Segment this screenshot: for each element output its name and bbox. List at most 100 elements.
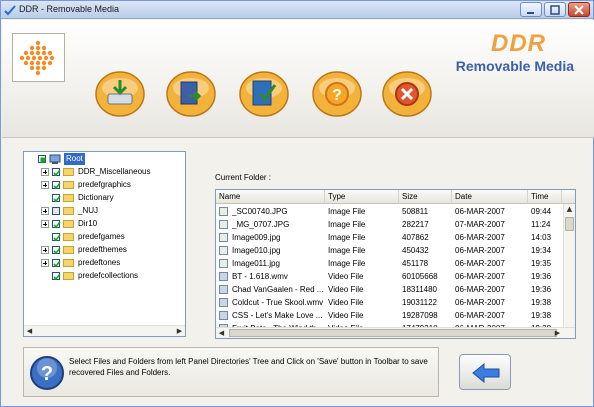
scroll-right-icon[interactable]: ▶ [174,326,185,337]
folder-icon [63,181,74,189]
cell-date: 06-MAR-2007 [455,259,505,268]
cell-name: Image010.jpg [232,246,281,255]
cell-size: 18311480 [402,285,437,294]
expand-icon[interactable] [41,220,49,228]
svg-text:?: ? [41,363,53,385]
cell-size: 19031122 [402,298,437,307]
video-file-icon [219,272,228,281]
open-drive-button[interactable] [94,70,146,118]
cell-name: Coldcut - True Skool.wmv [232,298,324,307]
cell-name: Image009.jpg [232,233,281,242]
scroll-thumb[interactable] [229,329,557,337]
directory-tree[interactable]: Root DDR_Miscellaneous predefgraphics Di… [23,151,186,337]
table-row[interactable]: Image010.jpg Image File 450432 06-MAR-2007 1… [216,244,562,257]
expand-icon[interactable] [41,259,49,267]
tree-node-root[interactable]: Root [27,153,177,165]
cell-size: 451178 [402,259,429,268]
expand-icon[interactable] [41,246,49,254]
tree-node[interactable]: predeftones [41,257,181,269]
tree-node[interactable]: Dictionary [41,192,181,204]
scroll-thumb[interactable] [565,217,574,231]
scroll-left-icon[interactable]: ◀ [216,328,227,338]
video-file-icon [219,285,228,294]
cell-name: _SC00740.JPG [232,207,288,216]
column-header-time[interactable]: Time [528,190,562,204]
tree-node[interactable]: predefgames [41,231,181,243]
brand-name: DDR [491,30,546,57]
scroll-right-icon[interactable]: ▶ [552,328,563,338]
tree-node[interactable]: DDR_Miscellaneous [41,166,181,178]
tree-node-label: Dictionary [78,193,114,202]
table-row[interactable]: CSS - Let's Make Love ... Video File 19287… [216,309,562,322]
expand-icon[interactable] [41,181,49,189]
cell-size: 407862 [402,233,429,242]
cell-time: 19:34 [531,246,552,255]
expand-icon[interactable] [41,168,49,176]
table-row[interactable]: BT - 1.618.wmv Video File 60105668 06-MAR-2… [216,270,562,283]
close-button[interactable] [568,2,590,17]
minimize-button[interactable] [520,2,542,17]
help-button[interactable]: ? [311,70,363,118]
cell-date: 06-MAR-2007 [455,298,505,307]
table-row[interactable]: _MG_0707.JPG Image File 282217 07-MAR-2007 1… [216,218,562,231]
tree-checkbox[interactable] [52,168,61,177]
table-row[interactable]: _SC00740.JPG Image File 508811 06-MAR-2007 0… [216,205,562,218]
file-list-vertical-scrollbar[interactable]: ▲ ▼ [563,204,575,338]
tree-node-label: predefcollections [78,271,139,280]
wizard-button[interactable] [238,70,290,118]
tree-checkbox[interactable] [52,207,60,215]
expand-icon[interactable] [41,207,49,215]
column-header-date[interactable]: Date [452,190,528,204]
tree-node[interactable]: Dir10 [41,218,181,230]
cell-time: 19:36 [531,272,552,281]
tree-horizontal-scrollbar[interactable]: ◀ ▶ [24,325,185,336]
table-row[interactable]: Image009.jpg Image File 407862 06-MAR-2007 1… [216,231,562,244]
scroll-up-icon[interactable]: ▲ [564,204,575,215]
file-list-horizontal-scrollbar[interactable]: ◀ ▶ [216,327,575,338]
exit-button[interactable] [381,70,433,118]
cell-type: Image File [328,246,366,255]
file-list-header: Name Type Size Date Time [216,190,575,204]
tree-checkbox[interactable] [52,272,61,281]
minimize-icon [527,12,534,14]
scroll-left-icon[interactable]: ◀ [24,326,35,337]
cell-time: 19:35 [531,259,552,268]
tree-checkbox[interactable] [52,194,61,203]
maximize-icon [550,5,560,15]
cell-type: Image File [328,220,366,229]
tree-node[interactable]: predefgraphics [41,179,181,191]
title-bar[interactable]: DDR - Removable Media [1,1,593,19]
folder-icon [63,194,74,202]
cell-date: 07-MAR-2007 [455,220,505,229]
tree-node-label: predefthemes [78,245,127,254]
column-header-type[interactable]: Type [325,190,399,204]
table-row[interactable]: Coldcut - True Skool.wmv Video File 190311… [216,296,562,309]
tree-node-label: DDR_Miscellaneous [78,167,151,176]
tree-checkbox[interactable] [52,220,61,229]
back-button[interactable] [459,354,511,390]
cell-type: Image File [328,207,366,216]
cell-name: Image011.jpg [232,259,280,268]
tree-checkbox[interactable] [52,259,61,268]
cell-type: Image File [328,259,366,268]
maximize-button[interactable] [544,2,566,17]
column-header-size[interactable]: Size [399,190,452,204]
tree-node[interactable]: _NUJ [41,205,181,217]
cell-name: CSS - Let's Make Love ... [232,311,323,320]
image-file-icon [219,207,228,216]
tree-node[interactable]: predefthemes [41,244,181,256]
file-list[interactable]: Name Type Size Date Time _SC00740.JPG Ima… [215,189,576,339]
tree-node-label: predeftones [78,258,121,267]
cell-name: _MG_0707.JPG [232,220,290,229]
table-row[interactable]: Image011.jpg Image File 451178 06-MAR-2007 1… [216,257,562,270]
tree-node[interactable]: predefcollections [41,270,181,282]
column-header-name[interactable]: Name [216,190,325,204]
tree-checkbox[interactable] [52,181,61,190]
tree-checkbox[interactable] [52,233,61,242]
close-icon [574,5,584,15]
tree-checkbox[interactable] [38,155,46,163]
tree-checkbox[interactable] [52,246,61,255]
logo-dots-icon [19,40,55,76]
table-row[interactable]: Chad VanGaalen - Red ... Video File 183114… [216,283,562,296]
save-button[interactable] [165,70,217,118]
